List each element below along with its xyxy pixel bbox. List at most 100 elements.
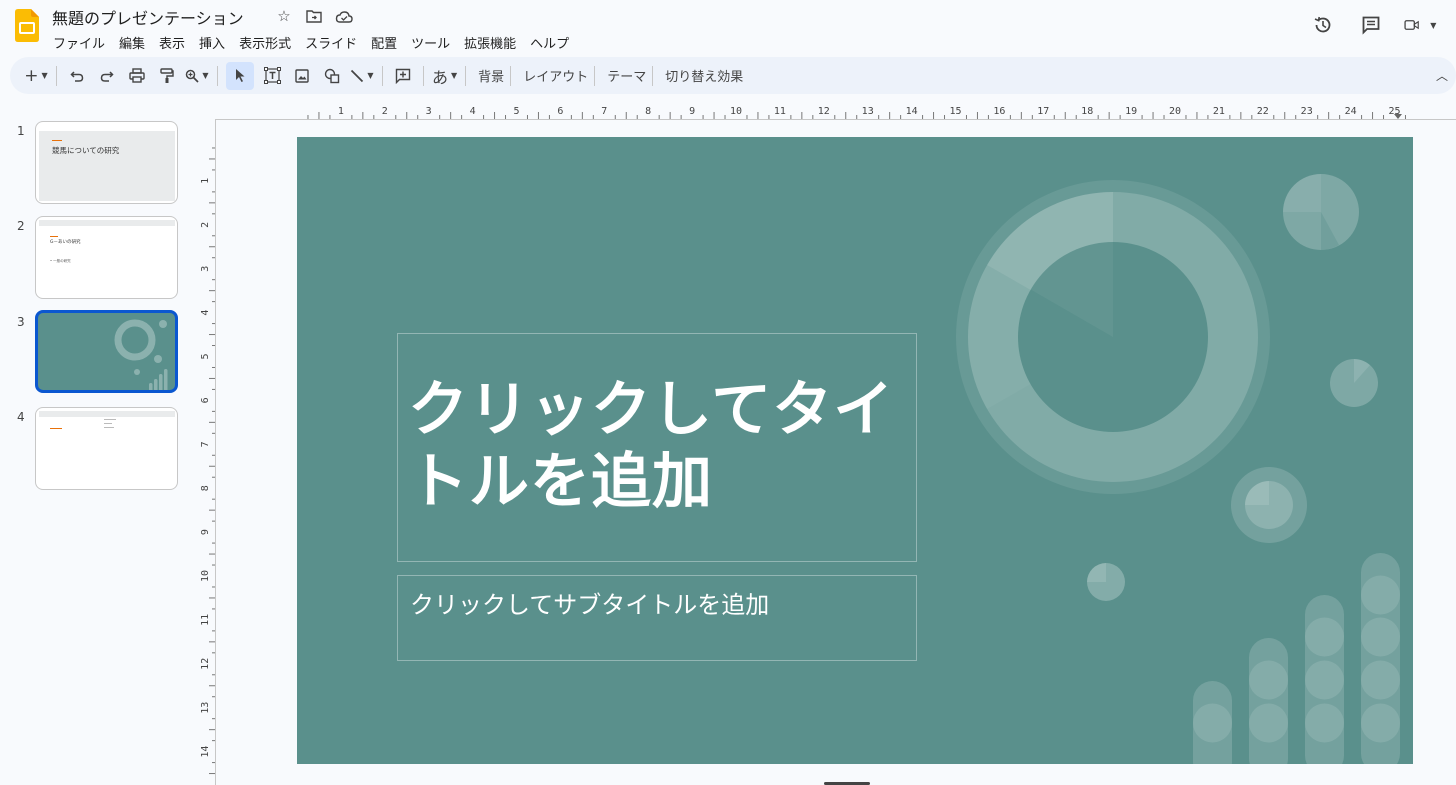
transition-button[interactable]: 切り替え効果 [661,66,747,85]
menu-edit[interactable]: 編集 [112,31,152,54]
chevron-down-icon[interactable]: ▼ [42,71,48,80]
comments-icon[interactable] [1356,12,1386,38]
undo-button[interactable] [65,62,89,90]
horizontal-ruler[interactable]: 1 2 3 4 5 6 7 8 9 10 11 12 13 14 15 16 17 18 19 20 21 22 23 24 2… [215,100,1456,120]
line-icon [351,69,364,82]
slide-thumbnail-2[interactable]: G－あいの研究 • 一般の研究 [35,216,178,299]
redo-button[interactable] [95,62,119,90]
ruler-label: 5 [513,106,519,117]
ruler-label: 20 [1169,106,1181,117]
ruler-label: 10 [200,570,211,582]
menu-format[interactable]: 表示形式 [232,31,298,54]
title-placeholder[interactable]: クリックしてタイ トルを追加 [397,333,917,562]
add-comment-button[interactable] [391,62,415,90]
chevron-down-icon[interactable]: ▼ [367,71,373,80]
slide-number: 2 [17,219,25,233]
text-box-icon [263,67,281,84]
thumb-accent-line [50,428,62,429]
ruler-label: 4 [470,106,476,117]
menu-view[interactable]: 表示 [152,31,192,54]
ruler-label: 9 [689,106,695,117]
ruler-label: 17 [1037,106,1049,117]
ruler-label: 22 [1257,106,1269,117]
print-button[interactable] [125,62,149,90]
shape-button[interactable] [320,62,344,90]
ruler-label: 16 [993,106,1005,117]
ruler-label: 9 [200,529,211,535]
ruler-label: 24 [1345,106,1357,117]
ruler-label: 14 [200,746,211,758]
line-button[interactable]: ▼ [350,62,374,90]
subtitle-placeholder[interactable]: クリックしてサブタイトルを追加 [397,575,917,661]
zoom-icon [186,69,200,83]
ruler-label: 13 [862,106,874,117]
slide-thumbnail-1[interactable]: 競馬についての研究 [35,121,178,204]
add-comment-icon [395,68,411,84]
ruler-label: 19 [1125,106,1137,117]
theme-button[interactable]: テーマ [603,66,650,85]
slides-logo-icon[interactable] [15,9,39,42]
thumb-top-band [39,220,175,226]
paint-format-button[interactable] [155,62,179,90]
menu-help[interactable]: ヘルプ [523,31,576,54]
thumb-text-line [104,427,114,428]
input-tools-button[interactable]: あ ▼ [432,62,457,90]
ruler-label: 21 [1213,106,1225,117]
ruler-label: 6 [557,106,563,117]
thumb-text-line [104,419,116,420]
menu-insert[interactable]: 挿入 [192,31,232,54]
toolbar-divider [423,65,424,86]
ruler-label: 7 [601,106,607,117]
new-slide-button[interactable]: + ▼ [24,62,48,90]
toolbar-divider [382,65,383,86]
zoom-button[interactable]: ▼ [185,62,209,90]
menu-tools[interactable]: ツール [404,31,457,54]
select-tool-button[interactable] [226,61,254,90]
insert-image-button[interactable] [290,62,314,90]
title-line-1: クリックしてタイ [408,375,895,445]
ruler-label: 18 [1081,106,1093,117]
document-title[interactable]: 無題のプレゼンテーション [52,5,244,29]
thumb-title-text: G－あいの研究 [50,240,81,245]
paint-format-icon [160,67,174,83]
vertical-ruler[interactable]: 1234567891011121314 [200,120,216,785]
chevron-down-icon[interactable]: ▼ [1423,12,1444,38]
thumb-accent-line [52,140,62,141]
text-box-button[interactable] [260,62,284,90]
slide-canvas[interactable]: クリックしてタイ トルを追加 クリックしてサブタイトルを追加 [297,137,1413,764]
cursor-icon [236,69,245,82]
chevron-down-icon[interactable]: ▼ [451,71,457,80]
menu-extensions[interactable]: 拡張機能 [457,31,523,54]
background-button[interactable]: 背景 [474,66,508,85]
ruler-label: 3 [426,106,432,117]
thumb-deco-chart [114,319,168,390]
ruler-label: 5 [200,353,211,359]
move-folder-icon[interactable] [304,6,324,26]
ruler-label: 15 [949,106,961,117]
ruler-label: 3 [200,266,211,272]
thumb-body-text: • 一般の研究 [50,259,71,263]
cloud-status-icon[interactable] [334,6,354,26]
meet-camera-icon[interactable]: ▼ [1404,12,1444,38]
app-header: 無題のプレゼンテーション ☆ ファイル 編集 表示 挿入 表示形式 スライド 配… [0,0,1456,56]
slide-thumbnail-3[interactable] [35,310,178,393]
version-history-icon[interactable] [1308,12,1338,38]
menu-file[interactable]: ファイル [46,31,112,54]
ruler-label: 10 [730,106,742,117]
redo-icon [100,70,114,82]
slide-thumbnail-4[interactable] [35,407,178,490]
chevron-down-icon[interactable]: ▼ [202,71,208,80]
menu-slide[interactable]: スライド [298,31,364,54]
ruler-label: 12 [818,106,830,117]
slide-number: 4 [17,410,25,424]
slide-filmstrip: 1 競馬についての研究 2 G－あいの研究 • 一般の研究 3 4 [0,112,200,785]
slide-number: 3 [17,315,25,329]
star-icon[interactable]: ☆ [274,6,294,26]
shape-icon [324,68,340,83]
menu-arrange[interactable]: 配置 [364,31,404,54]
menu-bar: ファイル 編集 表示 挿入 表示形式 スライド 配置 ツール 拡張機能 ヘルプ [46,31,576,54]
ruler-label: 2 [200,222,211,228]
collapse-menus-icon[interactable]: ︿ [1436,67,1448,84]
layout-button[interactable]: レイアウト [519,66,592,85]
ruler-label: 12 [200,658,211,670]
